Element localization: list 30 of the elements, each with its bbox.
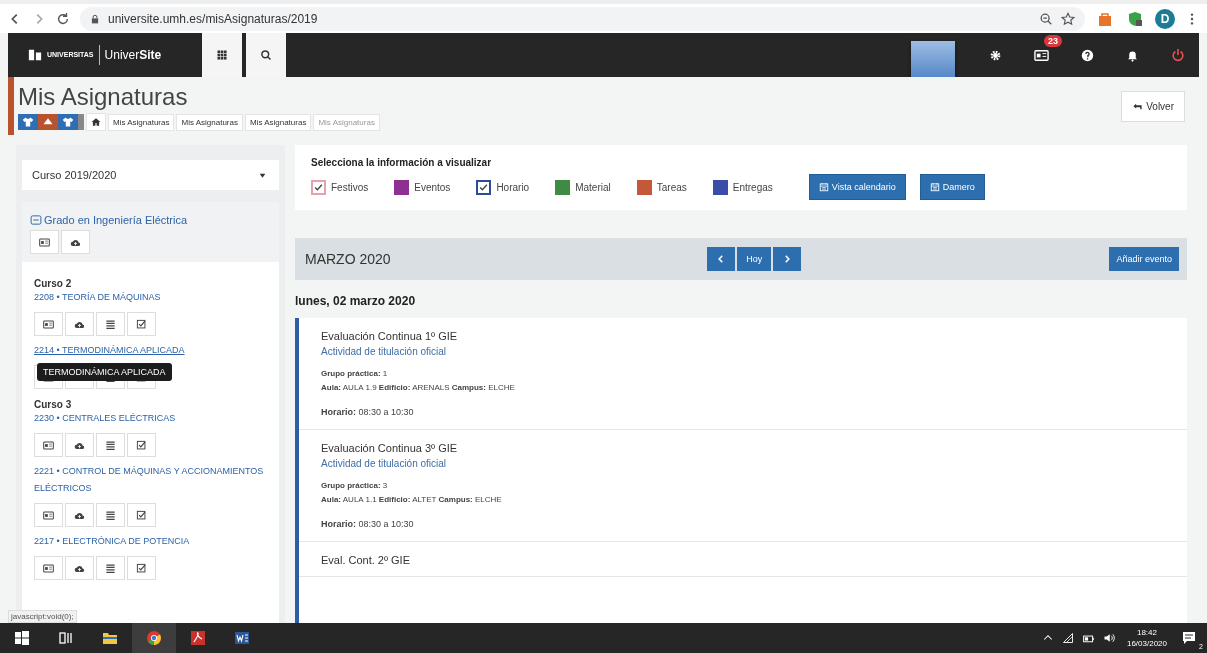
event-subtitle: Actividad de titulación oficial bbox=[321, 458, 448, 469]
link-status-text: javascript:void(0); bbox=[8, 610, 77, 623]
page-title: Mis Asignaturas bbox=[18, 83, 189, 111]
course-heading: Curso 2 bbox=[34, 278, 73, 289]
event-schedule: Horario: 08:30 a 10:30 bbox=[321, 406, 415, 419]
day-heading: lunes, 02 marzo 2020 bbox=[295, 293, 417, 310]
event-detail: Grupo práctica: 3 bbox=[321, 480, 389, 492]
month-title: MARZO 2020 bbox=[305, 251, 392, 267]
filter-label: Tareas bbox=[656, 181, 687, 193]
event-detail: Aula: AULA 1.9 Edificio: ARENALS Campus: ELCHE bbox=[321, 382, 516, 394]
filter-label: Eventos bbox=[414, 181, 451, 193]
event-detail: Grupo práctica: 1 bbox=[321, 368, 389, 380]
filter-label: Entregas bbox=[732, 181, 773, 193]
filter-label: Material bbox=[575, 181, 611, 193]
clock-date: 16/03/2020 bbox=[1126, 638, 1167, 649]
brand-name: UniverSite bbox=[104, 48, 162, 62]
event-schedule: Horario: 08:30 a 10:30 bbox=[321, 518, 415, 531]
event-subtitle: Actividad de titulación oficial bbox=[321, 346, 448, 357]
course-heading: Curso 3 bbox=[34, 399, 73, 410]
clock-time: 18:42 bbox=[1136, 627, 1157, 638]
event-detail: Aula: AULA 1.1 Edificio: ALTET Campus: ELCHE bbox=[321, 494, 503, 506]
url-text: universite.umh.es/misAsignaturas/2019 bbox=[108, 11, 319, 26]
filter-label: Festivos bbox=[331, 181, 369, 193]
event-title: Eval. Cont. 2º GIE bbox=[321, 554, 411, 566]
filter-label: Horario bbox=[496, 181, 530, 193]
event-title: Evaluación Continua 3º GIE bbox=[321, 442, 459, 454]
tooltip: TERMODINÁMICA APLICADA bbox=[37, 363, 172, 381]
filter-heading: Selecciona la información a visualizar bbox=[311, 157, 493, 168]
event-title: Evaluación Continua 1º GIE bbox=[321, 330, 459, 342]
notification-badge: 23 bbox=[1044, 35, 1062, 47]
